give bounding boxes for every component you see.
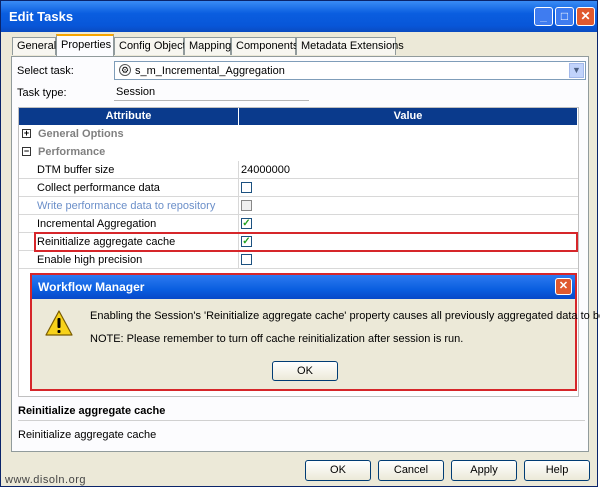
session-gear-icon: ⚙: [119, 64, 131, 76]
window-title: Edit Tasks: [9, 9, 74, 24]
tab-properties[interactable]: Properties: [56, 34, 114, 56]
attribute-name: Incremental Aggregation: [37, 218, 157, 230]
chevron-down-icon[interactable]: ▼: [569, 63, 584, 78]
column-divider: [238, 179, 239, 197]
column-divider: [238, 161, 239, 179]
tab-general[interactable]: General: [12, 37, 56, 55]
description-title: Reinitialize aggregate cache: [18, 405, 166, 417]
enable-high-precision-checkbox[interactable]: [241, 254, 252, 265]
column-divider: [238, 251, 239, 269]
select-task-dropdown[interactable]: ⚙ s_m_Incremental_Aggregation ▼: [114, 61, 586, 80]
table-row[interactable]: DTM buffer size 24000000: [19, 161, 578, 179]
group-label: General Options: [38, 128, 124, 140]
apply-button[interactable]: Apply: [451, 460, 517, 481]
dialog-ok-button[interactable]: OK: [272, 361, 338, 381]
task-type-value: Session: [116, 86, 156, 98]
group-performance[interactable]: − Performance: [19, 143, 578, 161]
write-performance-checkbox[interactable]: [241, 200, 252, 211]
maximize-button[interactable]: □: [555, 7, 574, 26]
tab-metadata-extensions[interactable]: Metadata Extensions: [296, 37, 404, 55]
value-column-header[interactable]: Value: [239, 108, 578, 125]
dialog-close-icon[interactable]: ✕: [555, 278, 572, 295]
dialog-note: NOTE: Please remember to turn off cache …: [90, 333, 464, 345]
dialog-message: Enabling the Session's 'Reinitialize agg…: [90, 310, 600, 322]
table-row[interactable]: Collect performance data: [19, 179, 578, 197]
attribute-name: DTM buffer size: [37, 164, 115, 176]
task-type-field: Session: [114, 84, 309, 101]
select-task-value: s_m_Incremental_Aggregation: [135, 65, 285, 77]
dialog-title-bar[interactable]: Workflow Manager ✕: [32, 275, 575, 299]
watermark: www.disoln.org: [5, 474, 86, 486]
collect-performance-checkbox[interactable]: [241, 182, 252, 193]
edit-tasks-window: Edit Tasks _ □ ✕ General Properties Conf…: [0, 0, 600, 487]
attribute-name: Write performance data to repository: [37, 200, 216, 212]
column-divider: [238, 215, 239, 233]
table-row[interactable]: Write performance data to repository: [19, 197, 578, 215]
dialog-title: Workflow Manager: [38, 280, 145, 294]
attribute-name: Collect performance data: [37, 182, 160, 194]
description-area: Reinitialize aggregate cache Reinitializ…: [18, 401, 585, 447]
cancel-button[interactable]: Cancel: [378, 460, 444, 481]
group-general-options[interactable]: + General Options: [19, 125, 578, 143]
tab-config-object[interactable]: Config Object: [114, 37, 186, 55]
divider: [18, 420, 585, 421]
task-type-label: Task type:: [17, 87, 67, 99]
collapse-icon[interactable]: −: [22, 147, 31, 156]
description-text: Reinitialize aggregate cache: [18, 429, 157, 441]
tab-components[interactable]: Components: [231, 37, 298, 55]
help-button[interactable]: Help: [524, 460, 590, 481]
close-button[interactable]: ✕: [576, 7, 595, 26]
incremental-aggregation-checkbox[interactable]: ✓: [241, 218, 252, 229]
expand-icon[interactable]: +: [22, 129, 31, 138]
ok-button[interactable]: OK: [305, 460, 371, 481]
minimize-button[interactable]: _: [534, 7, 553, 26]
table-row[interactable]: Incremental Aggregation ✓: [19, 215, 578, 233]
title-bar[interactable]: Edit Tasks _ □ ✕: [1, 1, 597, 32]
column-divider: [238, 197, 239, 215]
tab-mapping[interactable]: Mapping: [184, 37, 231, 55]
attribute-name: Enable high precision: [37, 254, 143, 266]
attribute-column-header[interactable]: Attribute: [19, 108, 239, 125]
select-task-label: Select task:: [17, 65, 74, 77]
group-label: Performance: [38, 146, 106, 158]
attribute-value[interactable]: 24000000: [241, 164, 290, 176]
workflow-manager-dialog: Workflow Manager ✕ Enabling the Session'…: [30, 273, 600, 391]
highlight-box: [34, 232, 578, 252]
warning-icon: [45, 310, 73, 336]
table-row[interactable]: Enable high precision: [19, 251, 578, 269]
